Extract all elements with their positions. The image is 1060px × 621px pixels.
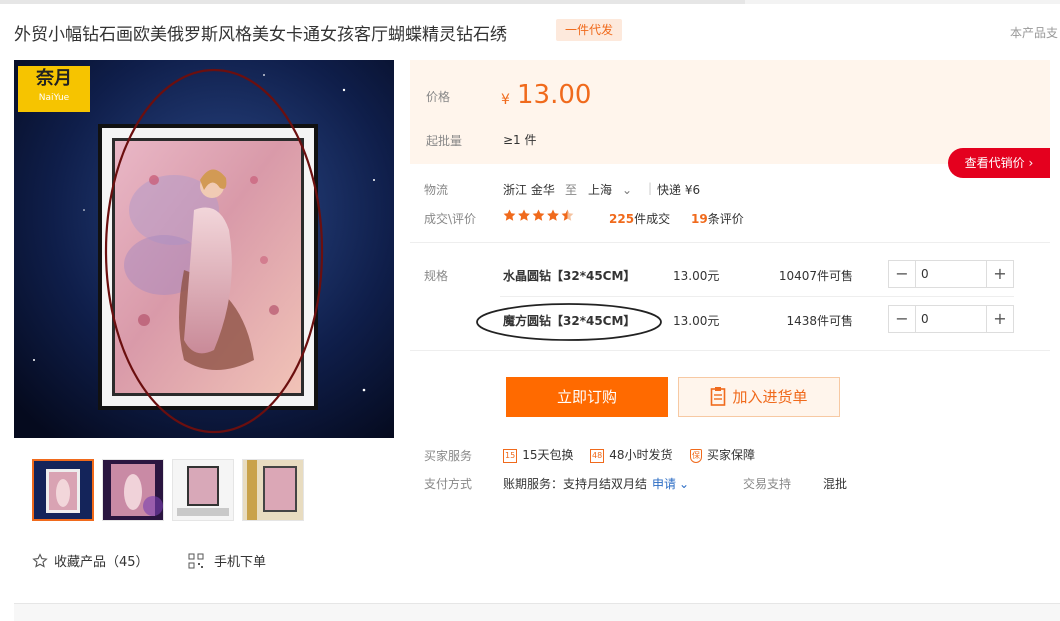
favorite-label: 收藏产品（45） [54, 555, 149, 570]
sku-price: 13.00元 [673, 269, 720, 283]
calendar-15-icon: 15 [503, 448, 518, 463]
mobile-order-label: 手机下单 [214, 555, 267, 570]
product-image-art [14, 60, 394, 438]
rating-stars [503, 209, 577, 226]
favorite-product[interactable]: 收藏产品（45） [32, 551, 149, 570]
price-label: 价格 [426, 90, 451, 104]
annotation-ellipse [476, 303, 662, 341]
service-label: 买家保障 [707, 448, 756, 462]
quantity-stepper: − + [888, 305, 1014, 333]
bottom-tab-bar [14, 603, 1060, 621]
apply-link[interactable]: 申请 ⌄ [652, 475, 689, 492]
product-title: 外贸小幅钻石画欧美俄罗斯风格美女卡通女孩客厅蝴蝶精灵钻石绣 [14, 25, 507, 45]
thumbnail-2[interactable] [102, 459, 164, 521]
price-currency: ¥ [501, 92, 510, 108]
thumbnail-1-art [34, 461, 92, 519]
clipboard-icon [711, 387, 726, 406]
moq-value: ≥1 件 [503, 133, 537, 147]
reviews-info[interactable]: 19条评价 [691, 210, 744, 227]
services-label: 买家服务 [424, 449, 473, 463]
logistics-destination-label: 上海 [588, 183, 613, 197]
add-to-list-label: 加入进货单 [732, 388, 808, 406]
trade-support-label: 交易支持 [743, 477, 792, 491]
quantity-input[interactable] [919, 309, 983, 329]
dropship-badge: 一件代发 [556, 19, 623, 41]
price-panel [410, 60, 1050, 164]
chevron-down-icon: ⌄ [679, 477, 690, 491]
deals-info[interactable]: 225件成交 [609, 210, 670, 227]
decrease-button[interactable]: − [889, 306, 916, 332]
hours-48-icon: 48 [590, 448, 605, 463]
logistics-label: 物流 [424, 183, 449, 197]
brand-logo: 奈月 NaiYue [18, 66, 90, 112]
buy-now-button[interactable]: 立即订购 [506, 377, 668, 417]
sku-name: 水晶圆钻【32*45CM】 [503, 269, 636, 283]
deals-count: 225 [609, 212, 635, 226]
mobile-order[interactable]: 手机下单 [188, 551, 266, 570]
agent-price-button[interactable]: 查看代销价 › [948, 148, 1050, 178]
service-item: 15 15天包换 [503, 446, 573, 463]
thumbnail-3[interactable] [172, 459, 234, 521]
shield-icon: 保 [690, 448, 702, 463]
sku-price: 13.00元 [673, 314, 720, 328]
thumbnail-2-art [103, 460, 163, 520]
chevron-right-icon: › [1028, 156, 1034, 170]
thumbnail-3-art [173, 460, 233, 520]
thumbnail-4-art [243, 460, 303, 520]
brand-logo-text: 奈月 [36, 68, 72, 89]
sku-stock: 1438件可售 [786, 314, 853, 328]
moq-label: 起批量 [426, 134, 463, 148]
section-divider [410, 242, 1050, 243]
sku-divider [500, 296, 1014, 297]
reviews-count: 19 [691, 212, 708, 226]
brand-logo-subtext: NaiYue [38, 93, 70, 103]
thumbnail-4[interactable] [242, 459, 304, 521]
payment-label: 支付方式 [424, 477, 473, 491]
section-divider [410, 350, 1050, 351]
price-value: 13.00 [517, 80, 592, 110]
main-product-image[interactable] [14, 60, 394, 438]
trade-support-value: 混批 [823, 477, 848, 491]
agent-price-label: 查看代销价 [964, 156, 1025, 170]
increase-button[interactable]: + [986, 306, 1013, 332]
service-item: 保买家保障 [690, 446, 755, 463]
service-label: 15天包换 [522, 448, 574, 462]
logistics-to-word: 至 [565, 183, 578, 197]
logistics-destination[interactable]: 上海 ⌄ [588, 181, 632, 198]
star-outline-icon [32, 552, 48, 568]
logistics-method: 快递 ¥6 [657, 183, 701, 197]
chevron-down-icon: ⌄ [622, 183, 633, 197]
apply-link-label: 申请 [652, 477, 677, 491]
this-product-link[interactable]: 本产品支 [1010, 24, 1058, 41]
spec-label: 规格 [424, 269, 449, 283]
trade-label: 成交\评价 [424, 212, 477, 226]
top-strip [0, 0, 1060, 4]
decrease-button[interactable]: − [889, 261, 916, 287]
service-item: 48 48小时发货 [590, 446, 672, 463]
qr-code-icon [188, 553, 204, 568]
add-to-list-button[interactable]: 加入进货单 [678, 377, 840, 417]
logistics-separator: | [648, 181, 653, 195]
sku-stock: 10407件可售 [778, 269, 853, 283]
increase-button[interactable]: + [986, 261, 1013, 287]
logistics-from: 浙江 金华 [503, 183, 555, 197]
quantity-stepper: − + [888, 260, 1014, 288]
top-strip-accent [0, 0, 745, 4]
deals-suffix: 件成交 [634, 212, 671, 226]
payment-text: 账期服务：支持月结双月结 [503, 477, 648, 491]
rating-stars-graphic [503, 209, 574, 221]
service-label: 48小时发货 [609, 448, 673, 462]
quantity-input[interactable] [919, 264, 983, 284]
reviews-suffix: 条评价 [707, 212, 744, 226]
thumbnail-1[interactable] [32, 459, 94, 521]
